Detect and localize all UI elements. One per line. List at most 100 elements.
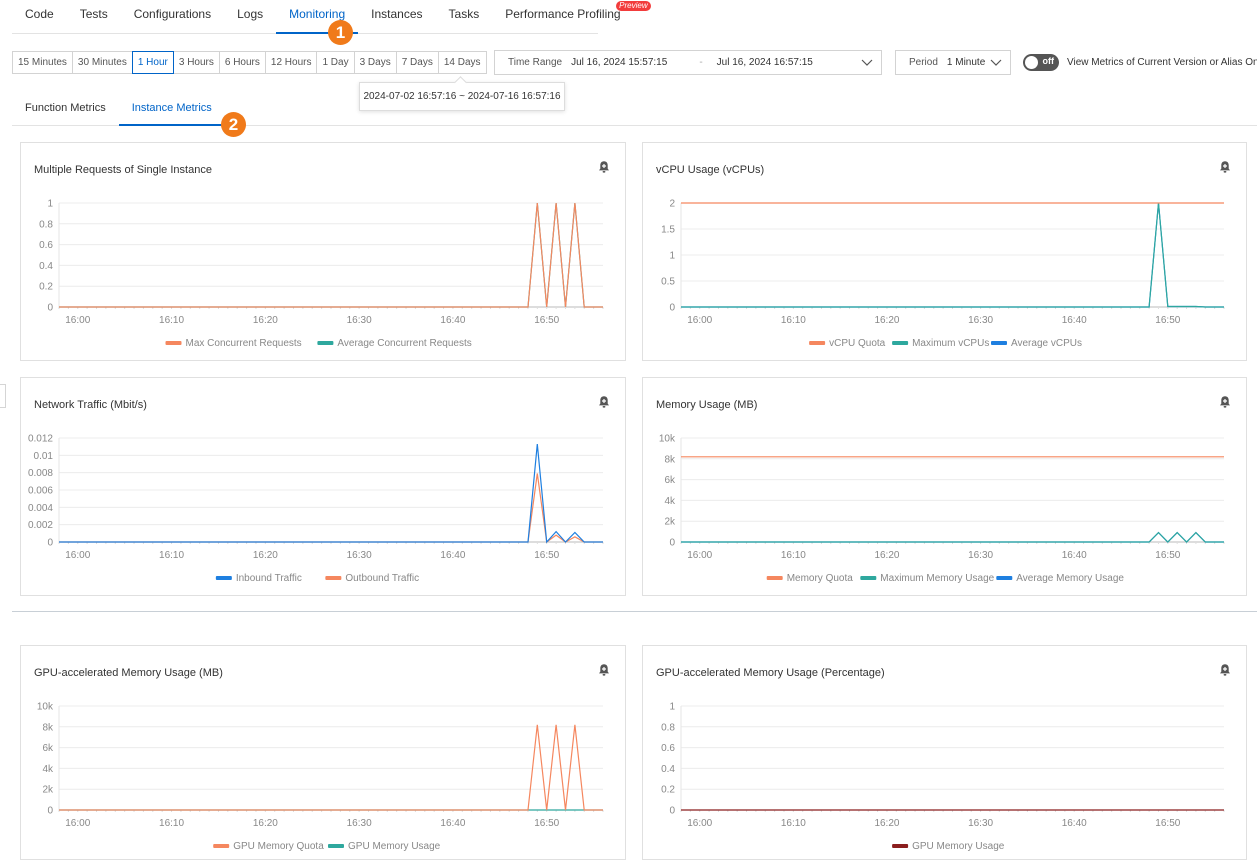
- chart-plot: 0 0.2 0.4 0.6 0.8 1 16:00 16:10 16:20 16:30 16:40 1…: [661, 702, 1225, 852]
- time-range-end[interactable]: Jul 16, 2024 16:57:15: [717, 57, 813, 68]
- series-line: [59, 724, 603, 811]
- chart-plot: 0 0.5 1 1.5 2 16:00 16:10 16:20 16:30 16:40 16:50 v…: [661, 199, 1225, 349]
- chart-plot: 0 2k 4k 6k 8k 10k 16:00 16:10 16:20 16:30 16:40 16:…: [659, 434, 1225, 584]
- y-tick-label: 0.012: [28, 434, 53, 445]
- tab-logs[interactable]: Logs: [237, 7, 263, 33]
- range-15-minutes-button[interactable]: 15 Minutes: [12, 51, 73, 74]
- chart-card: GPU-accelerated Memory Usage (Percentage…: [642, 645, 1247, 860]
- time-range-picker[interactable]: Time Range Jul 16, 2024 15:57:15 - Jul 1…: [494, 50, 882, 75]
- sidebar-collapse-handle[interactable]: [0, 384, 6, 408]
- legend-swatch: [991, 341, 1007, 345]
- legend-swatch: [996, 576, 1013, 580]
- y-tick-label: 0.006: [28, 486, 53, 497]
- y-tick-label: 8k: [664, 454, 676, 465]
- x-tick-label: 16:20: [253, 315, 278, 326]
- legend-item: Average Concurrent Requests: [337, 338, 471, 349]
- x-tick-label: 16:10: [159, 550, 184, 561]
- toggle-knob: [1025, 56, 1038, 69]
- x-tick-label: 16:20: [874, 550, 899, 561]
- tab-configurations[interactable]: Configurations: [134, 7, 211, 33]
- tab-performance-profiling[interactable]: Performance Profiling Preview: [505, 1, 651, 33]
- x-tick-label: 16:50: [1155, 550, 1180, 561]
- tab-label: Tests: [79, 7, 108, 21]
- x-tick-label: 16:10: [781, 315, 806, 326]
- y-tick-label: 1: [669, 251, 675, 262]
- y-tick-label: 0: [47, 538, 53, 549]
- y-tick-label: 0: [669, 806, 675, 817]
- y-tick-label: 0.004: [28, 503, 53, 514]
- range-6-hours-button[interactable]: 6 Hours: [218, 51, 266, 74]
- y-tick-label: 0.6: [39, 240, 53, 251]
- legend-swatch: [328, 844, 344, 848]
- tab-function-metrics[interactable]: Function Metrics: [12, 96, 119, 125]
- chart-plot: 0 0.2 0.4 0.6 0.8 1 16:00 16:10 16:20 16:30 16:40 1…: [39, 199, 604, 349]
- x-tick-label: 16:50: [1155, 315, 1180, 326]
- y-tick-label: 10k: [659, 434, 676, 445]
- x-tick-label: 16:20: [253, 550, 278, 561]
- legend-item: Outbound Traffic: [345, 573, 419, 584]
- x-tick-label: 16:50: [534, 818, 559, 829]
- tab-code[interactable]: Code: [25, 7, 54, 33]
- x-tick-label: 16:40: [440, 315, 465, 326]
- y-tick-label: 0.8: [661, 722, 675, 733]
- legend-item: Memory Quota: [787, 573, 854, 584]
- current-version-toggle[interactable]: off: [1023, 54, 1059, 71]
- chart-card: GPU-accelerated Memory Usage (MB) 0 2k 4k 6k…: [20, 645, 626, 860]
- legend-swatch: [860, 576, 877, 580]
- range-7-days-button[interactable]: 7 Days: [395, 51, 439, 74]
- tab-instance-metrics[interactable]: Instance Metrics: [118, 96, 225, 126]
- range-1-hour-button[interactable]: 1 Hour: [131, 51, 174, 74]
- legend-item: Maximum vCPUs: [912, 338, 989, 349]
- period-select[interactable]: Period 1 Minute: [895, 50, 1011, 75]
- y-tick-label: 0.008: [28, 468, 53, 479]
- x-tick-label: 16:20: [874, 818, 899, 829]
- range-1-day-button[interactable]: 1 Day: [316, 51, 355, 74]
- chart-card: Memory Usage (MB) 0 2k 4k 6k 8k 10k 16:00 16:10 1…: [642, 377, 1247, 596]
- y-tick-label: 0: [669, 538, 675, 549]
- legend-swatch: [215, 576, 232, 580]
- y-tick-label: 0.2: [661, 785, 675, 796]
- legend-item: GPU Memory Usage: [912, 841, 1005, 852]
- y-tick-label: 2k: [42, 785, 54, 796]
- section-divider: [12, 611, 1257, 612]
- series-line: [681, 531, 1224, 543]
- x-tick-label: 16:10: [781, 550, 806, 561]
- y-tick-label: 0.4: [39, 261, 53, 272]
- metrics-tab-bar: Function Metrics Instance Metrics: [12, 96, 1257, 126]
- legend-swatch: [809, 341, 826, 345]
- tab-instances[interactable]: Instances: [371, 7, 422, 33]
- y-tick-label: 1: [47, 199, 53, 210]
- y-tick-label: 2k: [664, 517, 676, 528]
- legend-swatch: [213, 844, 230, 848]
- x-tick-label: 16:10: [159, 315, 184, 326]
- y-tick-label: 0: [669, 303, 675, 314]
- x-tick-label: 16:20: [253, 818, 278, 829]
- range-3-hours-button[interactable]: 3 Hours: [172, 51, 220, 74]
- legend-swatch: [892, 844, 909, 848]
- step-badge-1: 1: [328, 20, 353, 45]
- x-tick-label: 16:10: [781, 818, 806, 829]
- y-tick-label: 0: [47, 303, 53, 314]
- y-tick-label: 8k: [42, 722, 54, 733]
- x-tick-label: 16:10: [159, 818, 184, 829]
- range-12-hours-button[interactable]: 12 Hours: [264, 51, 318, 74]
- legend-item: Inbound Traffic: [236, 573, 302, 584]
- x-tick-label: 16:00: [65, 550, 90, 561]
- tab-tasks[interactable]: Tasks: [449, 7, 480, 33]
- legend-swatch: [317, 341, 334, 345]
- legend-swatch: [165, 341, 182, 345]
- legend-item: Max Concurrent Requests: [186, 338, 302, 349]
- time-range-start[interactable]: Jul 16, 2024 15:57:15: [571, 57, 667, 68]
- chart-card: Multiple Requests of Single Instance 0 0.2…: [20, 142, 626, 361]
- x-tick-label: 16:30: [968, 818, 993, 829]
- x-tick-label: 16:40: [440, 550, 465, 561]
- range-14-days-button[interactable]: 14 Days: [437, 51, 487, 74]
- legend-item: Average vCPUs: [1011, 338, 1082, 349]
- y-tick-label: 4k: [664, 496, 676, 507]
- chevron-down-icon[interactable]: [861, 56, 873, 68]
- x-tick-label: 16:30: [347, 315, 372, 326]
- tab-label: Instances: [371, 7, 423, 21]
- tab-tests[interactable]: Tests: [80, 7, 108, 33]
- range-3-days-button[interactable]: 3 Days: [353, 51, 397, 74]
- range-30-minutes-button[interactable]: 30 Minutes: [71, 51, 133, 74]
